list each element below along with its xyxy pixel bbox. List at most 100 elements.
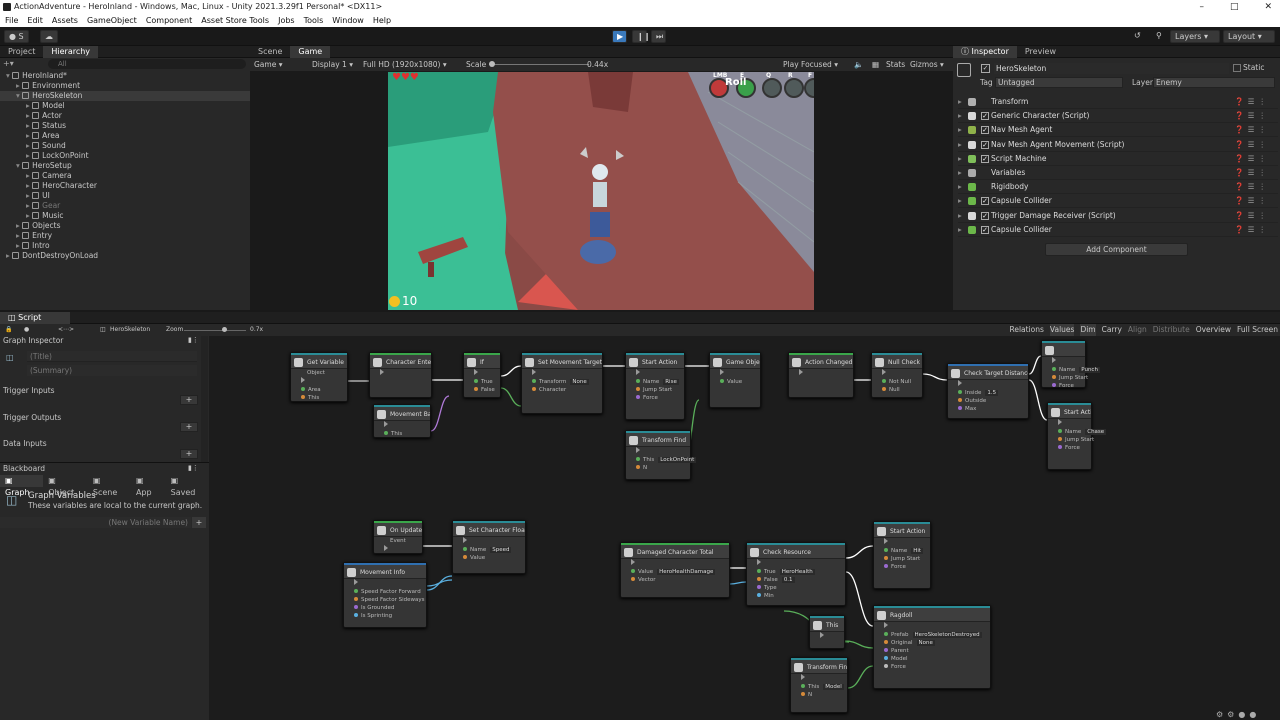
port-icon[interactable]	[958, 390, 962, 394]
cloud-button[interactable]: ☁	[40, 30, 58, 43]
component-row[interactable]: ▸ Rigidbody ❓☰⋮	[958, 180, 1278, 195]
tab-hierarchy[interactable]: Hierarchy	[43, 46, 99, 58]
port-icon[interactable]	[757, 569, 761, 573]
hierarchy-item[interactable]: ▸ LockOnPoint	[0, 151, 250, 161]
foldout-arrow-icon[interactable]: ▸	[958, 223, 962, 237]
tab-script-graph[interactable]: ◫ Script Graph	[0, 312, 70, 334]
port-value-field[interactable]: Chase	[1085, 429, 1107, 435]
component-enabled-checkbox[interactable]: ✓	[981, 225, 989, 234]
port-value-field[interactable]: None	[916, 640, 935, 646]
tab-preview[interactable]: Preview	[1017, 46, 1064, 58]
component-row[interactable]: ▸ ✓ Nav Mesh Agent Movement (Script) ❓☰⋮	[958, 138, 1278, 152]
node-this[interactable]: This	[809, 615, 845, 649]
port-icon[interactable]	[1052, 383, 1056, 387]
port-icon[interactable]	[882, 379, 886, 383]
graph-tool-overview[interactable]: Overview	[1196, 324, 1231, 336]
graph-tool-carry[interactable]: Carry	[1102, 324, 1122, 336]
foldout-arrow-icon[interactable]: ▸	[958, 138, 962, 152]
blackboard-tab-saved[interactable]: ▣ Saved	[166, 475, 209, 497]
port-icon[interactable]	[384, 431, 388, 435]
port-value-field[interactable]: Speed	[490, 547, 512, 553]
graph-options-icon[interactable]: ●	[24, 324, 29, 336]
port-icon[interactable]	[884, 548, 888, 552]
port-icon[interactable]	[757, 585, 761, 589]
node-set-character-float[interactable]: Set Character Float Name Speed Value	[452, 520, 526, 574]
summary-input[interactable]: (Summary)	[27, 365, 197, 376]
close-icon[interactable]: ✕	[1264, 0, 1272, 14]
mute-icon[interactable]: 🔈	[854, 58, 863, 71]
node-get-variable[interactable]: Get Variable Object Area This	[290, 352, 348, 402]
node-start-action-chase[interactable]: Start ActionNameChaseJump StartForce	[1047, 402, 1107, 470]
play-button[interactable]: ▶	[612, 30, 627, 43]
zoom-slider[interactable]	[184, 330, 246, 331]
port-icon[interactable]	[801, 684, 805, 688]
control-input-port[interactable]	[532, 369, 536, 375]
blackboard-tab-app[interactable]: ▣ App	[131, 475, 166, 497]
port-icon[interactable]	[1058, 429, 1062, 433]
port-icon[interactable]	[301, 387, 305, 391]
port-icon[interactable]	[884, 564, 888, 568]
node-set-active[interactable]: Game Object Set Active Value	[709, 352, 761, 408]
resolution-dropdown[interactable]: Full HD (1920x1080) ▾	[363, 58, 447, 71]
port-icon[interactable]	[1058, 437, 1062, 441]
graph-nav-icon[interactable]: <⋯>	[58, 324, 74, 336]
game-mode-dropdown[interactable]: Game ▾	[254, 58, 282, 71]
add-component-button[interactable]: Add Component	[1045, 243, 1188, 256]
graph-tool-values[interactable]: Values	[1049, 324, 1075, 336]
dock-icon[interactable]: ▮⋮	[188, 336, 199, 344]
add-variable-button[interactable]: +	[192, 517, 206, 528]
port-value-field[interactable]: HeroSkeletonDestroyed	[912, 632, 982, 638]
port-icon[interactable]	[1052, 367, 1056, 371]
port-icon[interactable]	[354, 597, 358, 601]
port-value-field[interactable]: Model	[823, 684, 844, 690]
hierarchy-item[interactable]: ▸ Model	[0, 101, 250, 111]
node-if[interactable]: If True False	[463, 352, 501, 398]
add-icon[interactable]: +▾	[3, 59, 15, 69]
control-input-port[interactable]	[636, 447, 640, 453]
hierarchy-item[interactable]: ▾ HeroInland*	[0, 71, 250, 81]
port-icon[interactable]	[354, 613, 358, 617]
layer-dropdown[interactable]: Enemy	[1153, 77, 1275, 88]
static-checkbox[interactable]	[1233, 64, 1241, 72]
add-trigger-input-button[interactable]: +	[180, 395, 198, 405]
control-input-port[interactable]	[301, 377, 305, 383]
menu-item-gameobject[interactable]: GameObject	[87, 14, 137, 27]
port-value-field[interactable]: 0.1	[781, 577, 795, 583]
menu-item-file[interactable]: File	[5, 14, 18, 27]
new-variable-input[interactable]: (New Variable Name)	[0, 517, 191, 528]
port-icon[interactable]	[1052, 375, 1056, 379]
foldout-arrow-icon[interactable]: ▸	[958, 166, 962, 180]
port-value-field[interactable]: Rise	[663, 379, 679, 385]
step-button[interactable]: ⏭	[651, 30, 666, 43]
port-icon[interactable]	[636, 387, 640, 391]
port-icon[interactable]	[354, 589, 358, 593]
port-icon[interactable]	[532, 379, 536, 383]
menu-item-help[interactable]: Help	[373, 14, 391, 27]
title-input[interactable]: (Title)	[27, 351, 197, 362]
account-button[interactable]: ● S	[4, 30, 29, 43]
node-null-check[interactable]: Null Check Not Null Null	[871, 352, 923, 398]
component-menu-icon[interactable]: ❓☰⋮	[1234, 166, 1270, 180]
port-icon[interactable]	[631, 569, 635, 573]
component-menu-icon[interactable]: ❓☰⋮	[1234, 152, 1270, 166]
component-menu-icon[interactable]: ❓☰⋮	[1234, 194, 1270, 208]
menu-item-window[interactable]: Window	[332, 14, 364, 27]
game-viewport[interactable]: ♥♥♥ 10 LMB E Q R F Roll	[388, 72, 814, 310]
node-action-changed[interactable]: Action Changed	[788, 352, 854, 398]
add-data-input-button[interactable]: +	[180, 449, 198, 459]
component-enabled-checkbox[interactable]: ✓	[981, 112, 989, 121]
maximize-icon[interactable]: □	[1230, 0, 1239, 14]
port-icon[interactable]	[801, 692, 805, 696]
scale-slider[interactable]	[489, 64, 589, 65]
menu-item-edit[interactable]: Edit	[27, 14, 43, 27]
port-icon[interactable]	[301, 395, 305, 399]
hierarchy-item[interactable]: ▾ HeroSkeleton	[0, 91, 250, 101]
component-enabled-checkbox[interactable]: ✓	[981, 211, 989, 220]
foldout-arrow-icon[interactable]: ▸	[958, 123, 962, 137]
display-dropdown[interactable]: Display 1 ▾	[312, 58, 353, 71]
component-menu-icon[interactable]: ❓☰⋮	[1234, 209, 1270, 223]
foldout-arrow-icon[interactable]: ▸	[958, 180, 962, 194]
port-icon[interactable]	[636, 395, 640, 399]
tab-game[interactable]: Game	[290, 46, 331, 58]
hierarchy-item[interactable]: ▸ Entry	[0, 231, 250, 241]
